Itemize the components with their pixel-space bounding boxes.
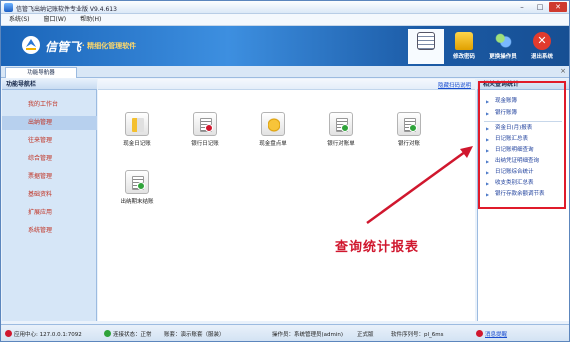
- nav-pane: 我的工作台 出纳管理 往来管理 综合管理 票据管理 基础资料 扩展应用 系统管理: [2, 90, 97, 321]
- func-bank-statement[interactable]: 银行对账单: [316, 112, 366, 147]
- nav-item-accounts[interactable]: 往来管理: [2, 134, 97, 148]
- minimize-button[interactable]: –: [513, 2, 531, 12]
- annotation-arrow: [366, 146, 473, 225]
- func-label: 现金盘点单: [259, 141, 287, 147]
- coin-count-icon: [261, 112, 285, 136]
- func-period-close[interactable]: 出纳期末结账: [112, 170, 162, 205]
- switch-operator-button[interactable]: 更换操作员: [485, 29, 521, 64]
- reconcile-icon: [397, 112, 421, 136]
- title-bar: 信管飞出纳记账软件专业版 V9.4.613 – □ ✕: [1, 1, 569, 14]
- func-cash-count[interactable]: 现金盘点单: [248, 112, 298, 147]
- header-banner: 信管飞 · 精细化管理软件 修改密码 更换操作员 ✕ 退出系统: [1, 26, 569, 66]
- menu-window[interactable]: 窗口(W): [44, 14, 67, 25]
- document-icon: [417, 32, 435, 50]
- tab-strip: 功能导航器 ×: [1, 66, 569, 78]
- change-password-label: 修改密码: [452, 54, 475, 60]
- cash-journal-icon: [125, 112, 149, 136]
- change-password-button[interactable]: 修改密码: [446, 29, 482, 64]
- nav-item-system[interactable]: 系统管理: [2, 224, 97, 238]
- func-label: 银行对账单: [327, 141, 355, 147]
- app-center-status: 应用中心: 127.0.0.1:7092: [14, 332, 82, 338]
- nav-item-basic-data[interactable]: 基础资料: [2, 188, 97, 202]
- account-status: 账套：演示账套（服装）: [164, 332, 225, 338]
- logo-tagline: · 精细化管理软件: [82, 42, 137, 50]
- annotation-text: 查询统计报表: [335, 240, 420, 255]
- window-title: 信管飞出纳记账软件专业版 V9.4.613: [16, 6, 117, 13]
- tab-label: 功能导航器: [27, 70, 55, 76]
- exit-system-label: 退出系统: [530, 54, 553, 60]
- menu-help[interactable]: 帮助(H): [80, 14, 101, 25]
- window-controls: – □ ✕: [513, 2, 567, 12]
- message-icon: [476, 330, 483, 337]
- nav-item-extensions[interactable]: 扩展应用: [2, 206, 97, 220]
- operator-status: 操作员：系统管理员(admin): [272, 332, 344, 338]
- bank-journal-icon: [193, 112, 217, 136]
- tab-function-navigator[interactable]: 功能导航器: [5, 67, 77, 78]
- hide-scan-instructions-link[interactable]: 隐藏扫码说明: [438, 81, 471, 89]
- app-window: 信管飞出纳记账软件专业版 V9.4.613 – □ ✕ 系统(S) 窗口(W) …: [0, 0, 570, 342]
- menu-bar: 系统(S) 窗口(W) 帮助(H): [1, 14, 569, 26]
- app-logo-icon: [4, 3, 13, 12]
- nav-item-general[interactable]: 综合管理: [2, 152, 97, 166]
- menu-system[interactable]: 系统(S): [9, 14, 30, 25]
- connection-ok-icon: [104, 330, 111, 337]
- tab-close-icon[interactable]: ×: [560, 67, 566, 75]
- doc-toolbar-button[interactable]: [408, 29, 444, 64]
- func-label: 现金日记账: [123, 141, 151, 147]
- func-label: 银行日记账: [191, 141, 219, 147]
- exit-system-button[interactable]: ✕ 退出系统: [524, 29, 560, 64]
- connection-status: 连接状态：正常: [113, 332, 152, 338]
- maximize-button[interactable]: □: [531, 2, 549, 12]
- func-bank-journal[interactable]: 银行日记账: [180, 112, 230, 147]
- content-header: 隐藏扫码说明: [98, 79, 475, 90]
- highlight-box: [478, 81, 566, 209]
- logo-icon: [22, 36, 40, 54]
- status-bar: 应用中心: 127.0.0.1:7092 连接状态：正常 账套：演示账套（服装）…: [1, 324, 569, 341]
- close-button[interactable]: ✕: [549, 2, 567, 12]
- serial-status: 软件序列号：pl_6ms: [391, 332, 444, 338]
- nav-item-cashier[interactable]: 出纳管理: [2, 116, 97, 130]
- error-status-icon: [5, 330, 12, 337]
- users-icon: [494, 32, 512, 50]
- bank-statement-icon: [329, 112, 353, 136]
- exit-icon: ✕: [533, 32, 551, 50]
- func-label: 出纳期末结账: [120, 199, 154, 205]
- func-cash-journal[interactable]: 现金日记账: [112, 112, 162, 147]
- lock-icon: [455, 32, 473, 50]
- period-close-icon: [125, 170, 149, 194]
- message-reminder-link[interactable]: 消息提醒: [485, 330, 507, 338]
- nav-item-bills[interactable]: 票据管理: [2, 170, 97, 184]
- logo-text: 信管飞: [45, 40, 82, 54]
- switch-operator-label: 更换操作员: [489, 54, 517, 60]
- nav-item-workbench[interactable]: 我的工作台: [2, 98, 97, 112]
- edition-status: 正式版: [357, 332, 374, 338]
- nav-title: 功能导航栏: [2, 79, 97, 90]
